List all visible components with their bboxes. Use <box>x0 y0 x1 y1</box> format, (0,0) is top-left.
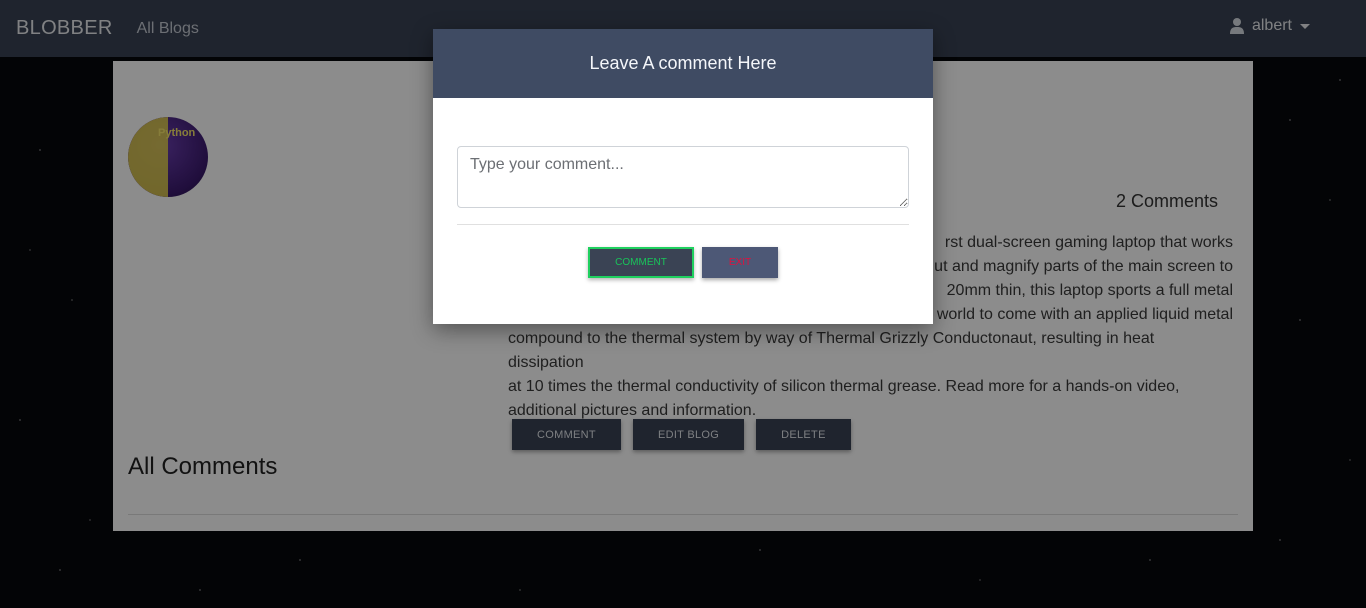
modal-actions: COMMENT EXIT <box>588 247 778 278</box>
comment-input[interactable] <box>457 146 909 208</box>
submit-comment-button[interactable]: COMMENT <box>588 247 694 278</box>
modal-header: Leave A comment Here <box>433 29 933 98</box>
comment-modal: Leave A comment Here COMMENT EXIT <box>433 29 933 324</box>
modal-title: Leave A comment Here <box>589 53 777 73</box>
exit-button[interactable]: EXIT <box>702 247 778 278</box>
modal-divider <box>457 224 909 225</box>
